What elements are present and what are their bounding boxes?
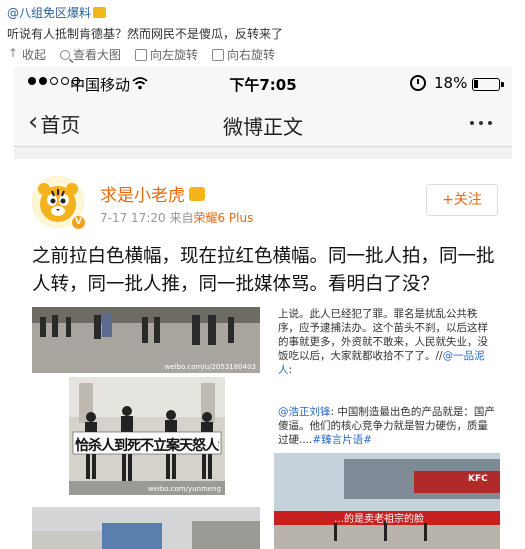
weibo-post-card: V 求是小老虎 7-17 17:20 来自荣耀6 Plus +关注 之前拉白色横… xyxy=(14,159,512,549)
building-photo xyxy=(32,507,260,549)
watermark: weibo.com/u/2053180403 xyxy=(164,363,256,371)
post-image-5[interactable]: @浩正刘锋: 中国制造最出色的产品就是：国产傻逼。他们的核心竞争力就是智力硬伤，… xyxy=(274,405,500,549)
outer-author-link[interactable]: @八组免区爆料 xyxy=(7,4,107,21)
post-source-link[interactable]: 荣耀6 Plus xyxy=(193,211,253,225)
collapse-button[interactable]: 收起 xyxy=(7,46,46,63)
outer-post-text: 听说有人抵制肯德基？然而网民不是傻瓜，反转来了 xyxy=(7,27,284,41)
rotate-left-button[interactable]: 向左旋转 xyxy=(135,46,198,63)
more-options-icon[interactable] xyxy=(470,121,492,125)
battery-percentage: 18% xyxy=(434,74,468,92)
page-title: 微博正文 xyxy=(223,115,303,139)
crown-icon xyxy=(93,7,107,18)
post-image-3[interactable] xyxy=(32,507,260,549)
post-image-1[interactable]: weibo.com/u/2053180403 xyxy=(32,307,260,373)
image-toolbar: 收起 查看大图 向左旋转 向右旋转 xyxy=(7,46,275,63)
banner-text: 恰杀人到死不立案天怒人怨 xyxy=(75,438,219,454)
watermark: weibo.com/yunmeng xyxy=(147,485,221,493)
magnifier-icon xyxy=(60,49,71,60)
battery-icon xyxy=(472,78,504,91)
source-prefix: 来自 xyxy=(169,211,194,225)
kfc-protest-photo xyxy=(274,453,500,549)
post-date: 7-17 17:20 xyxy=(100,211,166,225)
navigation-bar: ‹ 首页 微博正文 xyxy=(14,101,512,147)
outer-author-name[interactable]: @八组免区爆料 xyxy=(7,6,91,20)
post-image-4[interactable]: 上说。此人已经犯了罪。罪名是扰乱公共秩序，应予逮捕法办。这个苗头不刹，以后这样的… xyxy=(274,307,500,405)
post-text: 之前拉白色横幅，现在拉红色横幅。同一批人拍，同一批人转，同一批人推，同一批媒体骂… xyxy=(32,246,495,295)
quoted-comment: 上说。此人已经犯了罪。罪名是扰乱公共秩序，应予逮捕法办。这个苗头不刹，以后这样的… xyxy=(278,308,488,376)
phone-screenshot: 中国移动 下午7:05 18% ‹ 首页 微博正文 V 求是小老虎 7-17 1… xyxy=(14,67,512,549)
rotate-left-icon xyxy=(135,48,148,61)
user-name-link[interactable]: 求是小老虎 xyxy=(100,181,205,206)
kfc-sign: KFC xyxy=(468,474,488,484)
red-banner-text: …的是卖老祖宗的脸 xyxy=(334,514,424,525)
rotate-right-button[interactable]: 向右旋转 xyxy=(212,46,275,63)
quoted-comment: @浩正刘锋: 中国制造最出色的产品就是：国产傻逼。他们的核心竞争力就是智力硬伤，… xyxy=(278,406,495,446)
alarm-icon xyxy=(410,75,426,91)
post-image-2[interactable]: 恰杀人到死不立案天怒人怨 weibo.com/yunmeng xyxy=(69,377,225,495)
hashtag-link[interactable]: #臻言片语# xyxy=(312,434,372,446)
collapse-icon xyxy=(7,46,19,61)
rotate-right-icon xyxy=(212,48,225,61)
mention-link[interactable]: @浩正刘锋 xyxy=(278,406,331,418)
view-large-button[interactable]: 查看大图 xyxy=(60,46,121,63)
vip-icon xyxy=(189,187,205,201)
post-meta: 7-17 17:20 来自荣耀6 Plus xyxy=(100,209,253,226)
status-bar: 中国移动 下午7:05 18% xyxy=(14,67,512,101)
follow-button[interactable]: +关注 xyxy=(426,184,498,216)
verified-badge-icon: V xyxy=(71,215,86,230)
